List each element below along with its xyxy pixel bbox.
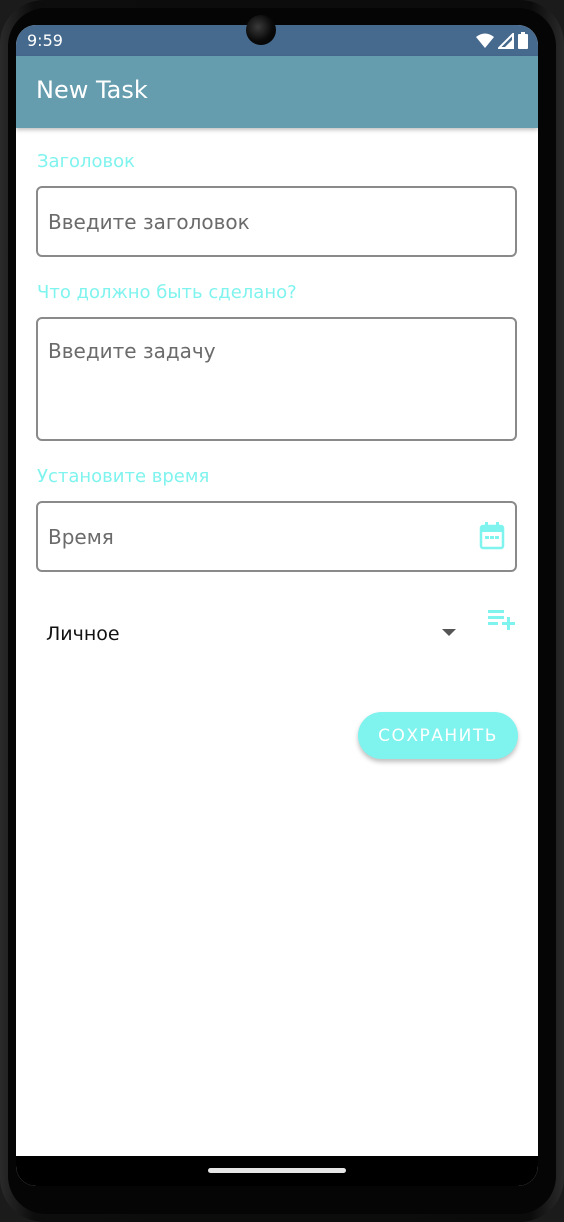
front-camera [246,15,276,45]
dropdown-arrow-icon [442,629,456,636]
task-input[interactable]: Введите задачу [36,317,517,441]
status-bar: 9:59 [16,25,538,56]
battery-icon [518,32,528,49]
home-handle[interactable] [208,1168,346,1173]
playlist-add-icon[interactable] [488,608,516,630]
status-icons [476,32,528,49]
task-label: Что должно быть сделано? [37,282,297,303]
app-bar: New Task [16,56,538,128]
time-input-placeholder: Время [48,525,114,549]
task-input-placeholder: Введите задачу [48,339,216,363]
screen: 9:59 New Task Заголовок Введите заголово… [16,25,538,1186]
status-time: 9:59 [27,31,63,50]
category-selected: Личное [46,623,120,645]
navigation-bar [16,1156,538,1186]
title-label: Заголовок [37,151,136,172]
calendar-icon[interactable] [479,522,505,550]
save-button[interactable]: СОХРАНИТЬ [358,712,518,759]
wifi-icon [476,33,494,48]
time-label: Установите время [37,466,210,487]
page-title: New Task [36,76,148,104]
time-input[interactable]: Время [36,501,517,572]
category-dropdown[interactable]: Личное [36,615,456,655]
signal-icon [498,32,514,49]
title-input[interactable]: Введите заголовок [36,186,517,257]
title-input-placeholder: Введите заголовок [48,210,250,234]
